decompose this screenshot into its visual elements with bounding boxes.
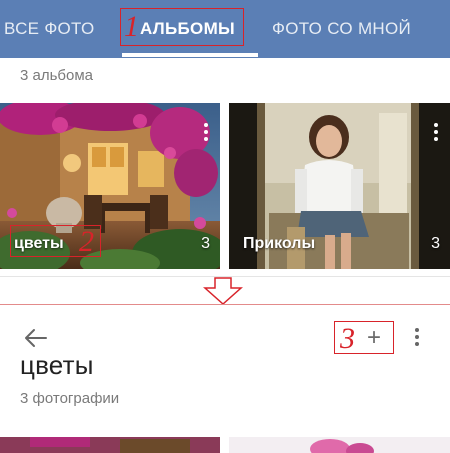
arrow-down-icon [203,277,243,306]
album-title: цветы [20,350,94,380]
album-more-icon[interactable] [434,123,438,144]
tab-photos-with-me[interactable]: ФОТО СО МНОЙ [272,0,411,58]
album-count: 3 альбома [20,67,94,84]
plus-icon[interactable]: + [360,326,388,351]
section-divider [0,304,450,305]
album-name: Приколы [243,235,316,252]
album-photo-count-subtitle: 3 фотографии [20,390,120,407]
album-photo-count: 3 [431,235,440,252]
photo-thumbnails[interactable] [0,437,450,453]
annotation-number-2: 2 [79,225,94,258]
album-tile-jokes[interactable]: Приколы 3 [229,103,450,269]
more-vertical-icon[interactable] [414,328,420,349]
annotation-number-3: 3 [340,322,355,355]
album-more-icon[interactable] [204,123,208,144]
annotation-number-1: 1 [124,10,139,43]
album-photo-count: 3 [201,235,210,252]
tab-all-photos[interactable]: ВСЕ ФОТО [4,0,95,58]
active-tab-indicator [122,53,258,57]
arrow-left-icon[interactable] [24,328,48,348]
